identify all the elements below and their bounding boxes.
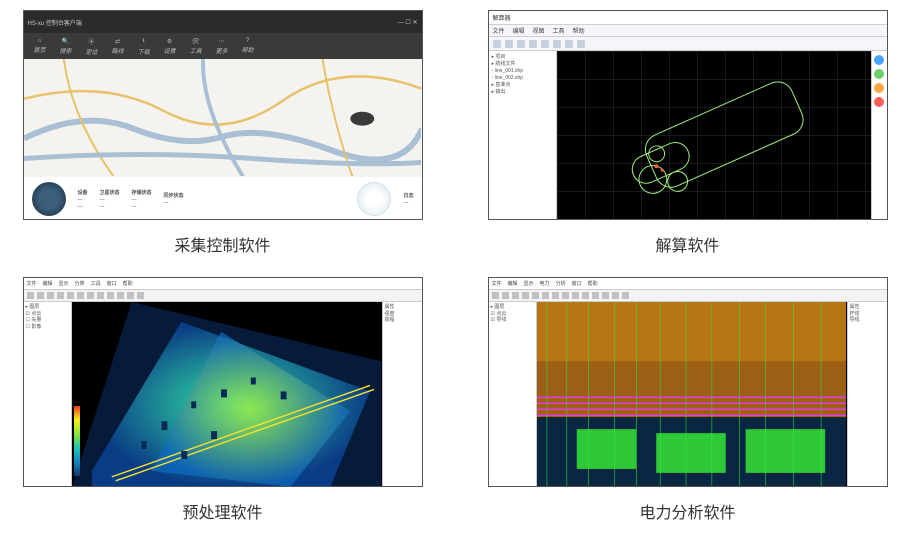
tool-settings[interactable]: ⚙设置 (164, 38, 176, 55)
titlebar: 解算器 (489, 11, 887, 25)
menu-view[interactable]: 视图 (533, 26, 545, 35)
status-panel: 设备—— 卫星状态—— 存储状态—— 同步状态— 日志— (24, 177, 422, 220)
caption-solver: 解算软件 (655, 232, 719, 256)
attitude-dial (32, 182, 66, 216)
color-scale (74, 406, 80, 476)
dock-icon[interactable] (874, 69, 884, 79)
property-panel[interactable]: 属性 杆塔 导线 (847, 302, 887, 486)
menu-item[interactable]: 帮助 (123, 280, 133, 287)
tool-help[interactable]: ?帮助 (242, 38, 254, 54)
tool-search[interactable]: 🔍搜索 (60, 38, 72, 55)
caption-preprocess: 预处理软件 (182, 499, 262, 523)
window-controls[interactable]: — ☐ ✕ (398, 19, 418, 26)
panel-item: 高程 (385, 317, 420, 324)
dock-icon[interactable] (874, 83, 884, 93)
map-canvas[interactable] (24, 59, 422, 177)
map-roads (24, 59, 422, 176)
menu-item[interactable]: 帮助 (588, 280, 598, 287)
screenshot-power: 文件 编辑 显示 电力 分析 窗口 帮助 ▸ 图层 ☑ 点云 ☑ 导线 (488, 277, 888, 487)
titlebar: HS-xu 控制台客户端 — ☐ ✕ (24, 11, 422, 33)
menu-item[interactable]: 显示 (59, 280, 69, 287)
dock-icon[interactable] (874, 97, 884, 107)
menubar[interactable]: 文件 编辑 显示 电力 分析 窗口 帮助 (489, 278, 887, 290)
toolbar[interactable] (489, 37, 887, 51)
software-card-solver: 解算器 文件 编辑 视图 工具 帮助 ▸ 项目 ▸ 航线文件 ◦ line_00… (485, 10, 890, 257)
tree-item[interactable]: ▸ 航线文件 (492, 61, 553, 68)
project-tree[interactable]: ▸ 项目 ▸ 航线文件 ◦ line_001.shp ◦ line_002.sh… (489, 51, 557, 219)
menu-help[interactable]: 帮助 (573, 26, 585, 35)
layer-panel[interactable]: ▸ 图层 ☑ 点云 ☐ 矢量 ☐ 影像 (24, 302, 72, 486)
menu-item[interactable]: 编辑 (508, 280, 518, 287)
tree-item[interactable]: ☐ 影像 (26, 324, 69, 331)
tree-item[interactable]: ▸ 基准点 (492, 82, 553, 89)
tree-item[interactable]: ◦ line_002.shp (492, 75, 553, 82)
software-card-preprocess: 文件 编辑 显示 分类 工具 窗口 帮助 ▸ 图层 ☑ 点云 ☐ 矢量 ☐ 影像 (20, 277, 425, 524)
pointcloud-canvas[interactable] (72, 302, 382, 486)
menu-item[interactable]: 电力 (540, 280, 550, 287)
toolbar[interactable] (24, 290, 422, 302)
tree-item[interactable]: ▸ 输出 (492, 89, 553, 96)
menu-item[interactable]: 编辑 (43, 280, 53, 287)
menu-item[interactable]: 文件 (492, 280, 502, 287)
menu-item[interactable]: 文件 (27, 280, 37, 287)
menu-edit[interactable]: 编辑 (513, 26, 525, 35)
panel-item: 导线 (850, 317, 885, 324)
tool-more[interactable]: ⋯更多 (216, 38, 228, 55)
menubar[interactable]: 文件 编辑 显示 分类 工具 窗口 帮助 (24, 278, 422, 290)
compass-dial (357, 182, 391, 216)
right-dock[interactable] (871, 51, 887, 219)
pointcloud (537, 302, 847, 486)
menu-item[interactable]: 窗口 (107, 280, 117, 287)
pointcloud (72, 302, 382, 486)
caption-power: 电力分析软件 (639, 499, 735, 523)
property-panel[interactable]: 属性 强度 高程 (382, 302, 422, 486)
tool-route[interactable]: ⇄路线 (112, 38, 124, 55)
storage-status: 存储状态—— (132, 189, 152, 210)
tool-download[interactable]: ⭳下载 (138, 36, 150, 56)
pointcloud-canvas[interactable] (537, 302, 847, 486)
tool-locate[interactable]: ⦿定位 (86, 37, 98, 56)
screenshot-solver: 解算器 文件 编辑 视图 工具 帮助 ▸ 项目 ▸ 航线文件 ◦ line_00… (488, 10, 888, 220)
top-toolbar[interactable]: ⌂首页 🔍搜索 ⦿定位 ⇄路线 ⭳下载 ⚙设置 🛠工具 ⋯更多 ?帮助 (24, 33, 422, 59)
log-status: 日志— (403, 192, 413, 206)
tree-item[interactable]: ▸ 项目 (492, 54, 553, 61)
plan-canvas[interactable] (557, 51, 871, 219)
menu-item[interactable]: 工具 (91, 280, 101, 287)
screenshot-preprocess: 文件 编辑 显示 分类 工具 窗口 帮助 ▸ 图层 ☑ 点云 ☐ 矢量 ☐ 影像 (23, 277, 423, 487)
tool-home[interactable]: ⌂首页 (34, 38, 46, 54)
layer-panel[interactable]: ▸ 图层 ☑ 点云 ☑ 导线 (489, 302, 537, 486)
menu-item[interactable]: 分析 (556, 280, 566, 287)
sync-status: 同步状态— (164, 192, 184, 206)
caption-acquisition: 采集控制软件 (174, 232, 270, 256)
menu-item[interactable]: 分类 (75, 280, 85, 287)
menu-file[interactable]: 文件 (493, 26, 505, 35)
app-title: HS-xu 控制台客户端 (28, 18, 82, 27)
screenshot-acquisition: HS-xu 控制台客户端 — ☐ ✕ ⌂首页 🔍搜索 ⦿定位 ⇄路线 ⭳下载 ⚙… (23, 10, 423, 220)
flight-plan-shape (557, 51, 871, 220)
menubar[interactable]: 文件 编辑 视图 工具 帮助 (489, 25, 887, 37)
tree-item[interactable]: ◦ line_001.shp (492, 68, 553, 75)
software-card-acquisition: HS-xu 控制台客户端 — ☐ ✕ ⌂首页 🔍搜索 ⦿定位 ⇄路线 ⭳下载 ⚙… (20, 10, 425, 257)
menu-item[interactable]: 窗口 (572, 280, 582, 287)
menu-tools[interactable]: 工具 (553, 26, 565, 35)
device-status: 设备—— (78, 189, 88, 210)
toolbar[interactable] (489, 290, 887, 302)
satellite-status: 卫星状态—— (100, 189, 120, 210)
dock-icon[interactable] (874, 55, 884, 65)
menu-item[interactable]: 显示 (524, 280, 534, 287)
tool-tools[interactable]: 🛠工具 (190, 38, 202, 55)
tree-item[interactable]: ☑ 导线 (491, 317, 534, 324)
software-card-power: 文件 编辑 显示 电力 分析 窗口 帮助 ▸ 图层 ☑ 点云 ☑ 导线 (485, 277, 890, 524)
